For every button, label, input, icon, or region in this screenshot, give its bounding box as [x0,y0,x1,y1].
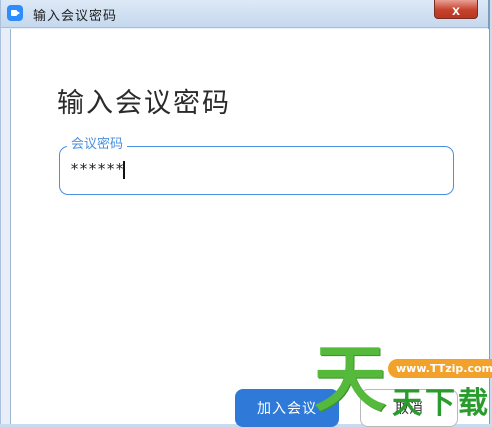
window-title: 输入会议密码 [33,9,118,24]
text-caret [123,161,125,179]
password-field-label: 会议密码 [67,137,128,153]
dialog-heading: 输入会议密码 [57,88,231,119]
title-bar[interactable]: 输入会议密码 x [1,0,488,28]
dialog-content: 输入会议密码 会议密码 加入会议 取消 [10,29,489,427]
zoom-app-icon [7,5,23,21]
close-button[interactable]: x [434,0,478,19]
cancel-button[interactable]: 取消 [360,389,458,427]
dialog-window: 输入会议密码 x 输入会议密码 会议密码 加入会议 取消 [0,0,490,427]
password-field[interactable]: 会议密码 [59,137,454,195]
join-meeting-button[interactable]: 加入会议 [235,389,339,427]
